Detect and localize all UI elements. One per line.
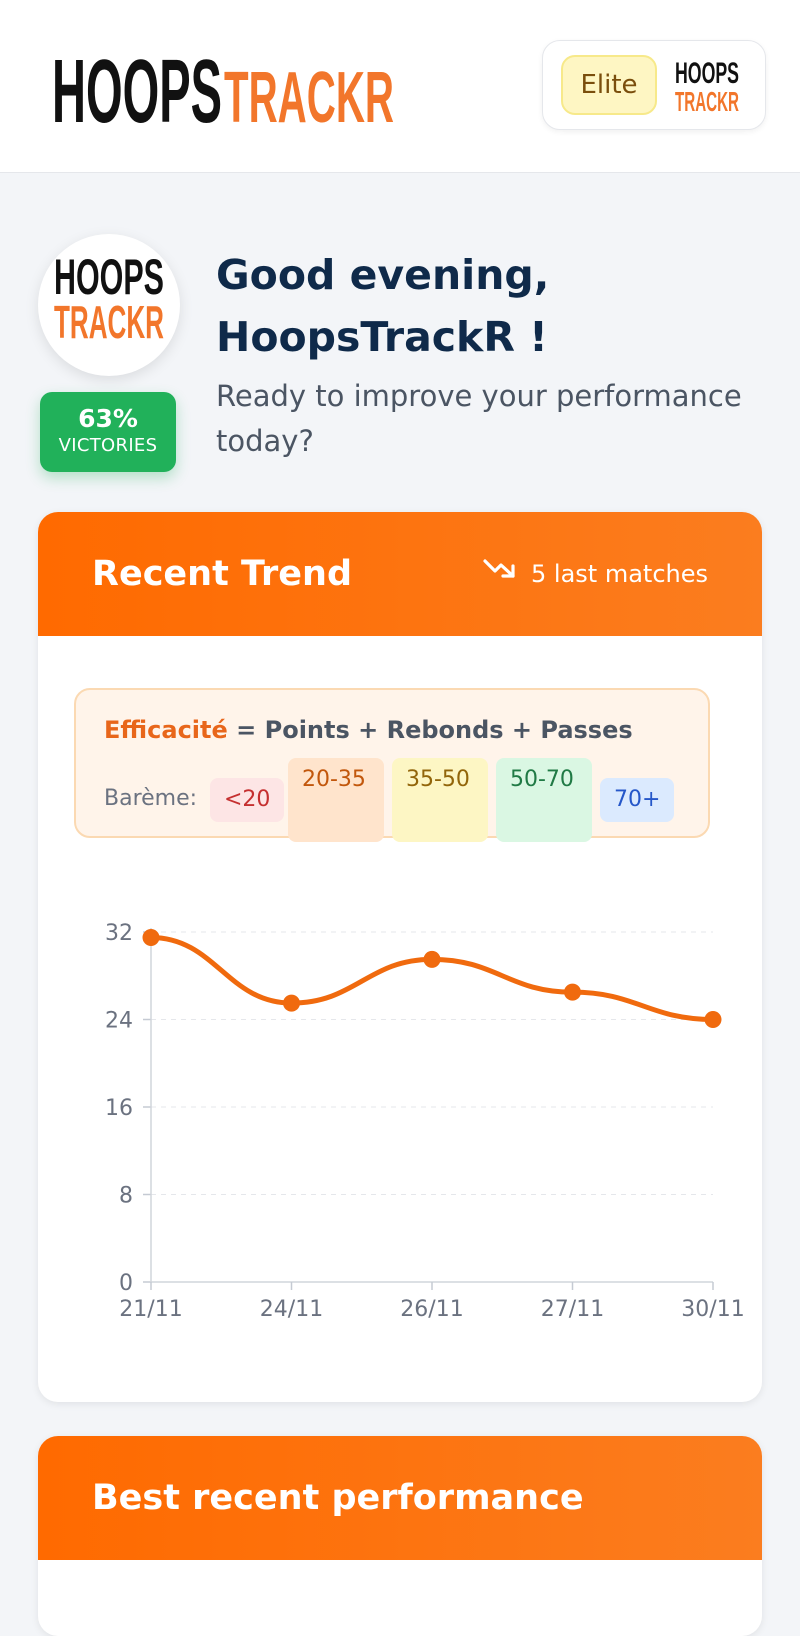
logo-word-trackr: TRACKR [224,58,394,134]
recent-trend-card: Recent Trend 5 last matches Efficacité =… [38,512,762,1402]
trend-chart-svg: 0 8 16 24 32 21/11 24/11 26/11 27/11 30/11 [105,921,745,1322]
scale-label: Barème: [104,786,198,811]
card-header: Best recent performance [38,1436,762,1560]
card-header: Recent Trend 5 last matches [38,512,762,636]
svg-text:TRACKR: TRACKR [675,86,739,117]
greeting-line1: Good evening, [216,251,550,299]
card-title: Recent Trend [92,554,353,594]
x-tick-label: 27/11 [541,1297,604,1322]
greeting-line2: HoopsTrackR ! [216,313,548,361]
brand-logo[interactable]: HOOPS TRACKR [52,34,402,134]
y-tick-label: 32 [105,921,133,946]
x-tick-label: 24/11 [260,1297,323,1322]
logo-word-hoops: HOOPS [52,42,222,134]
greeting-subtitle: Ready to improve your performance today? [216,379,742,458]
y-tick-label: 24 [105,1009,133,1034]
efficiency-legend: Efficacité = Points + Rebonds + Passes B… [74,688,710,842]
account-pill[interactable]: Elite HOOPS TRACKR [542,40,766,130]
data-point [423,950,441,968]
efficiency-formula: Efficacité = Points + Rebonds + Passes [104,716,633,744]
mini-logo[interactable]: HOOPS TRACKR [671,49,747,121]
scale-chip-35-50: 35-50 [392,758,488,842]
tier-badge: Elite [561,55,657,115]
win-rate-label: VICTORIES [58,435,158,456]
scale-chip-under-20: <20 [210,778,285,822]
x-tick-label: 30/11 [681,1297,744,1322]
best-performance-card: Best recent performance [38,1436,762,1636]
efficiency-formula-text: = Points + Rebonds + Passes [227,716,633,744]
svg-text:TRACKR: TRACKR [54,296,164,348]
scale-chip-50-70: 50-70 [496,758,592,842]
y-tick-label: 0 [119,1271,133,1296]
y-tick-label: 8 [119,1184,133,1209]
data-point [564,983,581,1001]
trend-chart: 0 8 16 24 32 21/11 24/11 26/11 27/11 30/11 [38,892,762,1352]
trending-down-icon [483,512,517,634]
greeting: Good evening, HoopsTrackR ! [216,244,776,368]
trend-meta-label: 5 last matches [531,560,708,588]
win-rate-badge: 63% VICTORIES [40,392,176,472]
data-point [142,928,160,946]
x-tick-label: 21/11 [119,1297,182,1322]
data-point [704,1011,722,1028]
card-title: Best recent performance [92,1478,584,1518]
scale-chip-20-35: 20-35 [288,758,384,842]
x-tick-label: 26/11 [400,1297,463,1322]
y-tick-label: 16 [105,1096,133,1121]
trend-meta: 5 last matches [483,512,708,636]
series-line [148,934,716,1022]
win-rate-value: 63% [78,404,138,433]
efficiency-term: Efficacité [104,716,228,744]
top-bar: HOOPS TRACKR Elite HOOPS TRACKR [0,0,800,173]
data-point [283,994,300,1012]
scale-chip-70-plus: 70+ [600,778,675,822]
avatar[interactable]: HOOPS TRACKR [38,234,180,376]
